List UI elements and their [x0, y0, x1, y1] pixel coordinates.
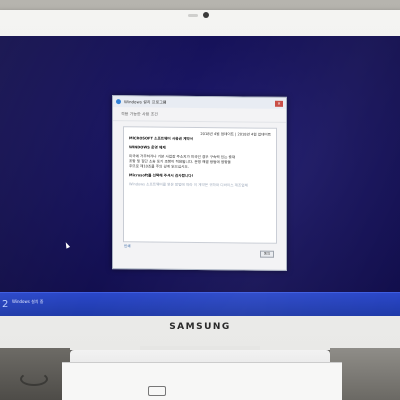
status-text: Windows 설치 중 — [12, 299, 44, 304]
packaging-box — [62, 362, 342, 400]
webcam-slot — [188, 14, 198, 17]
status-mark: 2 — [2, 299, 9, 310]
monitor-screen: Windows 설치 프로그램 ✕ 적용 가능한 사용 조건 2018년 4월 … — [0, 36, 400, 316]
license-dialog: Windows 설치 프로그램 ✕ 적용 가능한 사용 조건 2018년 4월 … — [112, 95, 287, 271]
close-button[interactable]: ✕ — [275, 100, 283, 107]
windows-setup-icon — [116, 99, 121, 105]
print-link[interactable]: 인쇄 — [124, 244, 131, 249]
license-terms-box[interactable]: 2018년 4월 업데이트 | 2018년 4월 업데이트 MICROSOFT 소… — [123, 126, 277, 244]
cable-icon — [20, 372, 48, 386]
box-sticker — [148, 386, 166, 396]
dialog-heading: 적용 가능한 사용 조건 — [121, 110, 158, 117]
setup-status-bar: 2 Windows 설치 중 — [0, 292, 400, 316]
terms-line: Windows 소프트웨어를 얻은 방법에 따라 이 계약은 귀하와 디바이스 … — [129, 182, 248, 188]
dialog-title: Windows 설치 프로그램 — [124, 98, 167, 105]
mouse-cursor-icon — [63, 241, 71, 249]
webcam-icon — [203, 12, 209, 18]
accept-button[interactable]: 동의 — [260, 250, 274, 258]
brand-logo: SAMSUNG — [169, 322, 231, 332]
dialog-header: 적용 가능한 사용 조건 — [113, 107, 286, 123]
